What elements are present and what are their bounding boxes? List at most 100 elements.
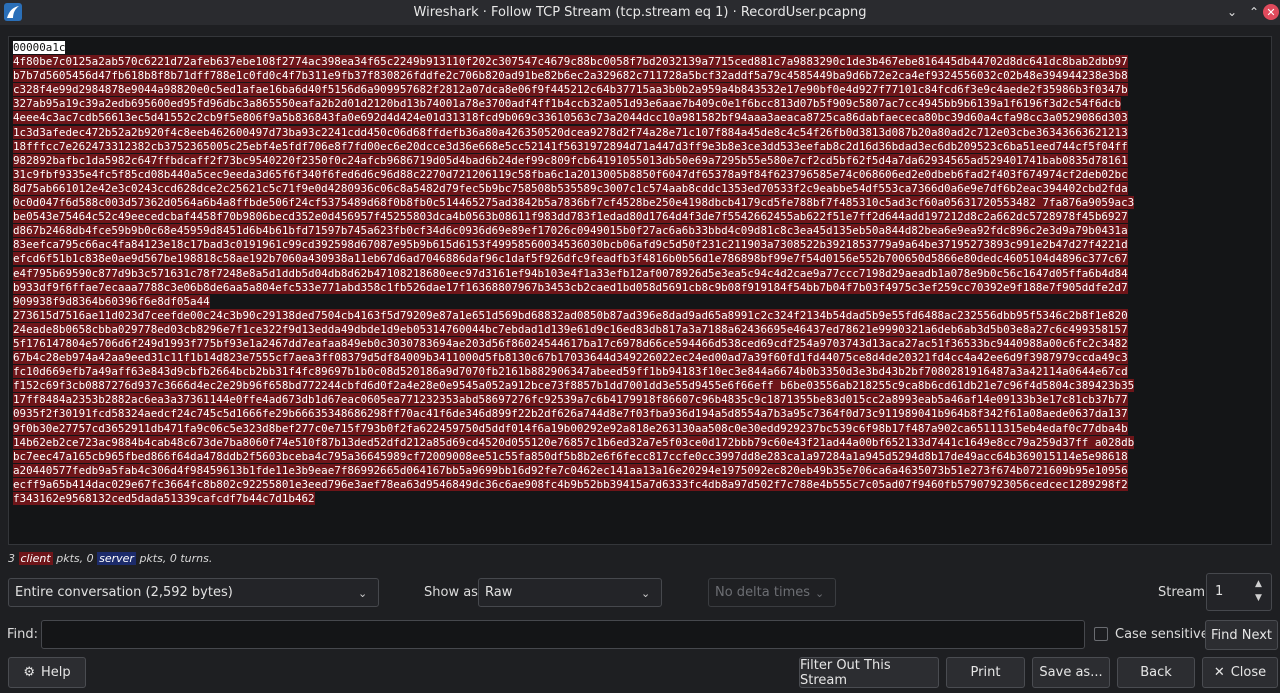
print-label: Print — [970, 665, 1001, 680]
stream-label: Stream — [1158, 585, 1206, 600]
save-as-button[interactable]: Save as... — [1032, 657, 1110, 688]
server-label: server — [97, 552, 136, 565]
stream-line: fc10d669efb7a49aff63e843d9cbfb2664bcb2bb… — [13, 365, 1267, 379]
stats-client-count: 3 — [8, 552, 15, 565]
chevron-down-icon[interactable]: ⌄ — [1224, 4, 1240, 20]
stream-line: 83eefca795c66ac4fa84123e18c17bad3c019196… — [13, 238, 1267, 252]
stream-chunk: a20440577fedb9a5fab4c306d4f98459613b1fde… — [13, 463, 1128, 477]
stream-chunk: 18fffcc7e262473312382cb3752365005c25ebf4… — [13, 139, 1128, 153]
stream-line: 982892bafbc1da5982c647ffbdcaff2f73bc9540… — [13, 153, 1267, 168]
stats-middle: pkts, 0 — [56, 552, 94, 565]
stream-chunk: f343162e9568132ced5dada51339cafcdf7b44c7… — [13, 492, 315, 505]
stream-chunk: 982892bafbc1da5982c647ffbdcaff2f73bc9540… — [13, 153, 1128, 167]
stream-line: 67b4c28eb974a42aa9eed31c11f1b14d823e7555… — [13, 351, 1267, 365]
stream-line: 00000a1c — [13, 41, 1267, 55]
show-as-label: Show as — [424, 585, 478, 600]
conversation-value: Entire conversation (2,592 bytes) — [15, 585, 233, 600]
stream-chunk: e4f795b69590c877d9b3c571631c78f7248e8a5d… — [13, 266, 1128, 280]
stream-chunk: 00000a1c — [13, 41, 66, 54]
stream-line: 4eee4c3ac7cdb56613ec5d41552c2cb9f5e806f9… — [13, 111, 1267, 125]
stream-line: f152c69f3cb0887276d937c3666d4ec2e29b96f6… — [13, 379, 1267, 393]
stream-chunk: 14b62eb2ce723ac9884b4cab48c673de7ba8060f… — [13, 435, 1135, 449]
stream-chunk: f152c69f3cb0887276d937c3666d4ec2e29b96f6… — [13, 379, 1135, 393]
stream-line: a20440577fedb9a5fab4c306d4f98459613b1fde… — [13, 463, 1267, 478]
find-next-label: Find Next — [1210, 627, 1273, 643]
stream-chunk: ecff9a65b414dac029e67fc3664fc8b802c92255… — [13, 477, 1128, 491]
stream-number-value: 1 — [1215, 584, 1224, 599]
stream-chunk: be0543e75464c52c49eecedcbaf4458f70b9806b… — [13, 210, 1128, 224]
stream-line: 909938f9d8364b60396f6e8df05a44 — [13, 294, 1267, 309]
stream-chunk: b7b7d5605456d47fb618b8f8b71dff788e1c0fd0… — [13, 69, 1128, 83]
stream-chunk: 4f80be7c0125a2ab570c6221d72afeb637ebe108… — [13, 55, 1128, 69]
stream-chunk: 4eee4c3ac7cdb56613ec5d41552c2cb9f5e806f9… — [13, 111, 1128, 125]
stream-line: e4f795b69590c877d9b3c571631c78f7248e8a5d… — [13, 266, 1267, 281]
print-button[interactable]: Print — [946, 657, 1025, 688]
spin-down-icon[interactable]: ▼ — [1255, 593, 1267, 605]
back-button[interactable]: Back — [1117, 657, 1195, 688]
chevron-down-icon: ⌄ — [358, 587, 368, 600]
stats-suffix: pkts, 0 turns. — [139, 552, 213, 565]
chevron-up-icon[interactable]: ⌃ — [1246, 4, 1262, 20]
stream-chunk: 0935f2f30191fcd58324aedcf24c745c5d1666fe… — [13, 407, 1128, 421]
filter-out-label: Filter Out This Stream — [800, 657, 891, 688]
delta-times-value: No delta times — [715, 585, 811, 600]
stream-stats: 3 client pkts, 0 server pkts, 0 turns. — [8, 552, 212, 565]
stream-chunk: 0c0d047f6d588c003d57362d0564a6b4a8ffbde5… — [13, 196, 1135, 210]
stream-line: 327ab95a19c39a2edb695600ed95fd96dbc3a865… — [13, 97, 1267, 111]
stream-line: b7b7d5605456d47fb618b8f8b71dff788e1c0fd0… — [13, 69, 1267, 83]
show-as-select[interactable]: Raw ⌄ — [478, 578, 662, 607]
stream-chunk: 31c9fbf9335e4fc5f85cd08b440a5cec9eeda3d6… — [13, 167, 1128, 181]
stream-chunk: 67b4c28eb974a42aa9eed31c11f1b14d823e7555… — [13, 351, 1128, 365]
stream-chunk: 24eade8b0658cbba029778ed03cb8296e7f1ce32… — [13, 322, 1128, 336]
stream-chunk: d867b2468db4fce59b9b0c68e45959d8451d6b4b… — [13, 224, 1128, 238]
stream-chunk: 17ff8484a2353b2882ac6ea3a37361144e0ffe4a… — [13, 393, 1128, 407]
lifebuoy-icon: ⚙ — [23, 665, 35, 680]
stream-line: efcd6f51b1c838e0ae9d567be198818c58ae192b… — [13, 252, 1267, 266]
title-bar: Wireshark · Follow TCP Stream (tcp.strea… — [0, 0, 1280, 25]
stream-chunk: fc10d669efb7a49aff63e843d9cbfb2664bcb2bb… — [13, 365, 1128, 379]
stream-line: 1c3d3afedec472b52a2b920f4c8eeb462600497d… — [13, 125, 1267, 140]
stream-line: d867b2468db4fce59b9b0c68e45959d8451d6b4b… — [13, 224, 1267, 238]
stream-line: be0543e75464c52c49eecedcbaf4458f70b9806b… — [13, 210, 1267, 224]
window-close-icon[interactable]: ✕ — [1263, 4, 1279, 20]
delta-times-select: No delta times ⌄ — [708, 578, 836, 607]
wireshark-fin-icon — [4, 3, 22, 21]
close-button[interactable]: ✕ Close — [1202, 657, 1278, 688]
stream-chunk: 9f0b30e27757cd3652911db471fa9c06c5e323d8… — [13, 421, 1128, 435]
stream-line: 4f80be7c0125a2ab570c6221d72afeb637ebe108… — [13, 55, 1267, 69]
help-label: Help — [41, 665, 71, 680]
stream-line: bc7eec47a165cb965fbed866f64da478ddb2f560… — [13, 449, 1267, 464]
stream-number-spinbox[interactable]: 1 ▲ ▼ — [1206, 573, 1272, 611]
spin-up-icon[interactable]: ▲ — [1255, 579, 1267, 591]
stream-chunk: 273615d7516ae11d023d7ceefde00c24c3b90c29… — [13, 308, 1128, 322]
stream-chunk: 909938f9d8364b60396f6e8df05a44 — [13, 294, 210, 308]
stream-payload: 00000a1c 4f80be7c0125a2ab570c6221d72afeb6… — [13, 41, 1267, 506]
stream-content[interactable]: 00000a1c 4f80be7c0125a2ab570c6221d72afeb6… — [8, 36, 1272, 545]
stream-line: f343162e9568132ced5dada51339cafcdf7b44c7… — [13, 492, 1267, 506]
help-button[interactable]: ⚙ Help — [8, 657, 86, 688]
case-sensitive-label[interactable]: Case sensitive — [1115, 627, 1209, 642]
case-sensitive-checkbox[interactable] — [1094, 627, 1108, 641]
stream-chunk: 8d75ab661012e42e3c0243ccd628dce2c25621c5… — [13, 181, 1128, 195]
find-label: Find: — [7, 627, 39, 642]
find-input[interactable] — [41, 620, 1085, 649]
find-next-button[interactable]: Find Next — [1205, 620, 1278, 650]
stream-chunk: c328f4e99d2984878e9044a98820e0c5ed1afae1… — [13, 83, 1128, 97]
window-title: Wireshark · Follow TCP Stream (tcp.strea… — [413, 5, 867, 20]
chevron-down-icon: ⌄ — [815, 587, 825, 600]
stream-chunk: bc7eec47a165cb965fbed866f64da478ddb2f560… — [13, 449, 1128, 463]
stream-chunk: 327ab95a19c39a2edb695600ed95fd96dbc3a865… — [13, 97, 1122, 111]
close-label: Close — [1230, 665, 1267, 680]
stream-chunk: 5f176147804e5706d6f249d1993f775bf93e1a24… — [13, 336, 1128, 350]
stream-line: 273615d7516ae11d023d7ceefde00c24c3b90c29… — [13, 308, 1267, 323]
stream-line: b933df9f6ffae7ecaaa7788c3e06b8de6aa5a804… — [13, 280, 1267, 295]
save-as-label: Save as... — [1039, 665, 1103, 680]
stream-line: 18fffcc7e262473312382cb3752365005c25ebf4… — [13, 139, 1267, 154]
stream-line: ecff9a65b414dac029e67fc3664fc8b802c92255… — [13, 477, 1267, 492]
stream-line: 14b62eb2ce723ac9884b4cab48c673de7ba8060f… — [13, 435, 1267, 450]
stream-line: 17ff8484a2353b2882ac6ea3a37361144e0ffe4a… — [13, 393, 1267, 407]
stream-chunk: b933df9f6ffae7ecaaa7788c3e06b8de6aa5a804… — [13, 280, 1128, 294]
x-icon: ✕ — [1213, 665, 1225, 680]
filter-out-stream-button[interactable]: Filter Out This Stream — [799, 657, 939, 688]
conversation-select[interactable]: Entire conversation (2,592 bytes) ⌄ — [8, 578, 379, 607]
